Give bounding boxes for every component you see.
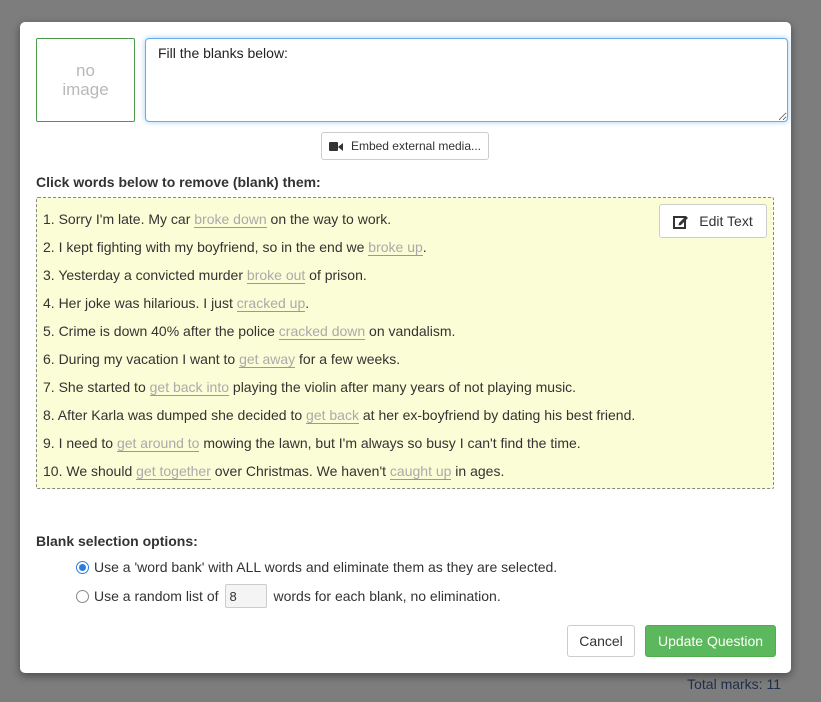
sentence-line: 9. I need to get around to mowing the la… — [43, 433, 635, 461]
instructions-label: Click words below to remove (blank) them… — [36, 174, 321, 190]
video-camera-icon — [328, 141, 343, 151]
sentence-text[interactable]: in ages. — [451, 463, 504, 479]
image-placeholder-line2: image — [62, 80, 109, 99]
sentence-text[interactable]: 1. Sorry I'm late. My car — [43, 211, 194, 227]
sentence-text[interactable]: 6. During my vacation I want to — [43, 351, 239, 367]
sentence-line: 3. Yesterday a convicted murder broke ou… — [43, 265, 635, 293]
sentence-text[interactable]: 9. I need to — [43, 435, 117, 451]
sentence-text[interactable]: 5. Crime is down 40% after the police — [43, 323, 279, 339]
sentence-line: 7. She started to get back into playing … — [43, 377, 635, 405]
random-word-count-input[interactable] — [224, 584, 267, 608]
blank-options-heading: Blank selection options: — [36, 533, 198, 549]
image-placeholder[interactable]: no image — [36, 38, 135, 122]
sentence-line: 4. Her joke was hilarious. I just cracke… — [43, 293, 635, 321]
edit-text-label: Edit Text — [699, 213, 753, 229]
sentence-line: 1. Sorry I'm late. My car broke down on … — [43, 209, 635, 237]
sentence-text[interactable]: 4. Her joke was hilarious. I just — [43, 295, 237, 311]
random-list-radio[interactable] — [76, 589, 89, 603]
blank-word[interactable]: get back into — [149, 379, 230, 396]
word-bank-radio[interactable] — [76, 560, 89, 574]
sentence-text[interactable]: playing the violin after many years of n… — [229, 379, 576, 395]
sentence-text[interactable]: 7. She started to — [43, 379, 150, 395]
image-placeholder-line1: no — [76, 61, 95, 80]
sentence-line: 5. Crime is down 40% after the police cr… — [43, 321, 635, 349]
word-selection-area[interactable]: 1. Sorry I'm late. My car broke down on … — [36, 197, 774, 489]
random-list-label-after: words for each blank, no elimination. — [273, 588, 501, 604]
blank-word[interactable]: broke down — [194, 211, 267, 228]
sentence-text[interactable]: mowing the lawn, but I'm always so busy … — [199, 435, 580, 451]
edit-question-modal: no image Embed external media... Click w… — [20, 22, 791, 673]
update-question-button[interactable]: Update Question — [645, 625, 776, 657]
blank-word[interactable]: get away — [239, 351, 296, 368]
sentence-text[interactable]: . — [423, 239, 427, 255]
sentence-text[interactable]: 10. We should — [43, 463, 136, 479]
embed-media-label: Embed external media... — [350, 139, 482, 153]
blank-word[interactable]: cracked up — [236, 295, 306, 312]
sentence-text[interactable]: of prison. — [305, 267, 367, 283]
sentence-text[interactable]: on the way to work. — [267, 211, 392, 227]
sentence-line: 10. We should get together over Christma… — [43, 461, 635, 489]
sentence-line: 6. During my vacation I want to get away… — [43, 349, 635, 377]
option-random-list[interactable]: Use a random list of words for each blan… — [76, 584, 501, 608]
sentence-line: 8. After Karla was dumped she decided to… — [43, 405, 635, 433]
sentence-text[interactable]: over Christmas. We haven't — [211, 463, 390, 479]
embed-media-button[interactable]: Embed external media... — [321, 132, 489, 160]
blank-word[interactable]: broke out — [246, 267, 306, 284]
blank-word[interactable]: get around to — [116, 435, 200, 452]
edit-icon — [673, 215, 689, 229]
question-text-input[interactable] — [145, 38, 788, 122]
word-bank-label: Use a 'word bank' with ALL words and eli… — [94, 559, 558, 575]
sentence-text[interactable]: 8. After Karla was dumped she decided to — [43, 407, 306, 423]
blank-word[interactable]: get together — [136, 463, 211, 480]
sentence-list: 1. Sorry I'm late. My car broke down on … — [43, 209, 635, 489]
blank-word[interactable]: broke up — [368, 239, 423, 256]
cancel-button[interactable]: Cancel — [567, 625, 635, 657]
sentence-text[interactable]: 2. I kept fighting with my boyfriend, so… — [43, 239, 368, 255]
blank-word[interactable]: caught up — [389, 463, 452, 480]
sentence-text[interactable]: at her ex-boyfriend by dating his best f… — [359, 407, 635, 423]
sentence-text[interactable]: 3. Yesterday a convicted murder — [43, 267, 247, 283]
edit-text-button[interactable]: Edit Text — [659, 204, 767, 238]
sentence-text[interactable]: for a few weeks. — [295, 351, 400, 367]
sentence-text[interactable]: . — [305, 295, 309, 311]
random-list-label-before: Use a random list of — [94, 588, 219, 604]
sentence-text[interactable]: on vandalism. — [365, 323, 455, 339]
blank-word[interactable]: get back — [306, 407, 359, 424]
blank-word[interactable]: cracked down — [278, 323, 366, 340]
option-word-bank[interactable]: Use a 'word bank' with ALL words and eli… — [76, 559, 557, 575]
sentence-line: 2. I kept fighting with my boyfriend, so… — [43, 237, 635, 265]
total-marks: Total marks: 11 — [687, 676, 781, 692]
